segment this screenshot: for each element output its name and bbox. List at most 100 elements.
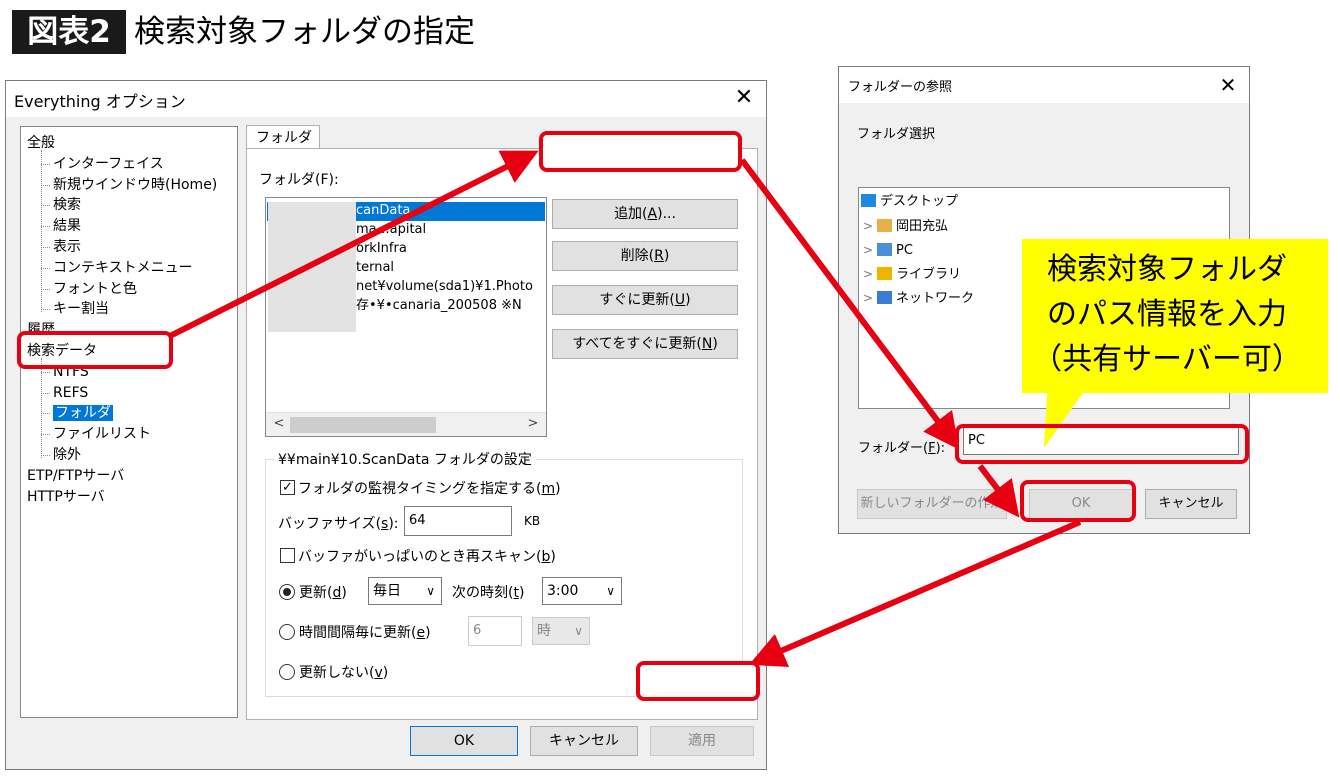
browse-cancel-button[interactable]: キャンセル [1145, 489, 1237, 519]
main-dialog-title: Everything オプション [14, 92, 186, 111]
folder-icon [877, 243, 892, 256]
browse-tree-label: PC [896, 243, 913, 258]
interval-unit-select[interactable]: 時 ∨ [532, 617, 590, 645]
new-folder-button[interactable]: 新しいフォルダーの作成 [857, 489, 1007, 519]
folder-list-item[interactable]: net¥volume(sda1)¥1.Photo [356, 278, 533, 296]
tree-item-label: ファイルリスト [53, 426, 151, 443]
tree-item[interactable]: 結果 [41, 216, 81, 236]
tree-item[interactable]: HTTPサーバ [27, 487, 105, 507]
update-frequency-select[interactable]: 毎日 ∨ [368, 577, 442, 605]
figure-title: 検索対象フォルダの指定 [134, 14, 475, 50]
main-titlebar: Everything オプション ✕ [6, 81, 766, 117]
update-all-button[interactable]: すべてをすぐに更新(N) [552, 329, 738, 359]
tree-item[interactable]: インターフェイス [41, 154, 164, 174]
browse-dialog-title: フォルダーの参照 [848, 80, 953, 95]
scrollbar-thumb[interactable] [290, 417, 436, 433]
tree-item-label: フォルダ [53, 405, 113, 422]
browse-tree-label: 岡田充弘 [896, 219, 949, 234]
buffer-size-label: バッファサイズ(s): [278, 516, 399, 532]
horizontal-scrollbar[interactable]: < > [266, 412, 546, 436]
rescan-label: バッファがいっぱいのとき再スキャン(b) [298, 549, 556, 565]
tree-item[interactable]: 新規ウインドウ時(Home) [40, 175, 217, 195]
tree-item[interactable]: キー割当 [41, 299, 109, 319]
callout-line: （共有サーバー可） [1032, 342, 1302, 377]
chevron-right-icon[interactable]: > [863, 216, 877, 236]
folder-icon [877, 219, 892, 232]
interval-radio[interactable] [279, 624, 295, 640]
folder-list-label: フォルダ(F): [259, 172, 339, 188]
rescan-checkbox[interactable] [280, 548, 295, 563]
chevron-right-icon[interactable]: > [863, 264, 877, 284]
monitor-timing-checkbox[interactable]: ✓ [280, 480, 295, 495]
highlight-box-target [636, 661, 760, 701]
update-radio-label: 更新(d) [299, 585, 347, 601]
browse-tree-label: デスクトップ [880, 194, 959, 209]
folder-list-item[interactable]: canData [356, 202, 410, 220]
tab-folder[interactable]: フォルダ [246, 125, 320, 150]
tree-item[interactable]: コンテキストメニュー [41, 258, 193, 278]
interval-radio-label: 時間間隔毎に更新(e) [299, 625, 431, 641]
buffer-unit-label: KB [524, 514, 541, 528]
folder-list-item[interactable]: orkInfra [356, 240, 407, 258]
browse-tree-label: ライブラリ [896, 267, 962, 282]
browse-titlebar: フォルダーの参照 ✕ [839, 67, 1249, 103]
browse-description: フォルダ選択 [857, 127, 936, 142]
update-radio[interactable] [279, 584, 295, 600]
folder-list-item[interactable]: 存•¥•canaria_200508 ※N [356, 297, 522, 315]
folder-list-item[interactable]: ma…apital [356, 221, 426, 239]
tree-item[interactable]: フォントと色 [41, 279, 137, 299]
ok-button[interactable]: OK [410, 726, 518, 756]
chevron-down-icon: ∨ [606, 584, 615, 598]
update-now-button[interactable]: すぐに更新(U) [552, 285, 738, 315]
buffer-size-input[interactable]: 64 [404, 506, 512, 536]
browse-tree-item[interactable]: デスクトップ [859, 192, 958, 212]
tree-item[interactable]: 表示 [41, 237, 81, 257]
remove-button[interactable]: 削除(R) [552, 241, 738, 271]
browse-folder-label: フォルダー(F): [858, 441, 946, 456]
tree-item[interactable]: REFS [40, 383, 89, 403]
chevron-right-icon[interactable]: > [863, 288, 877, 308]
tree-item-label: フォントと色 [53, 280, 137, 297]
next-time-label: 次の時刻(t) [452, 585, 525, 601]
close-icon[interactable]: ✕ [1213, 71, 1243, 99]
arrow-ok-to-target [748, 519, 1082, 668]
tree-item-label: REFS [53, 384, 89, 401]
options-tree: 全般 インターフェイス 新規ウインドウ時(Home) 検索 結果 表示 コンテキストメニュー… [20, 126, 238, 718]
chevron-right-icon[interactable]: > [863, 240, 877, 260]
scroll-right-icon[interactable]: > [522, 413, 544, 435]
apply-button[interactable]: 適用 [650, 726, 754, 756]
next-time-select[interactable]: 3:00 ∨ [542, 577, 622, 605]
tree-item[interactable]: 除外 [41, 445, 81, 465]
tree-item-label: インターフェイス [53, 155, 164, 172]
tree-item[interactable]: ファイルリスト [41, 424, 151, 444]
highlight-box-search-data [17, 331, 173, 369]
scroll-left-icon[interactable]: < [268, 413, 290, 435]
cancel-button[interactable]: キャンセル [530, 726, 638, 756]
tree-item[interactable]: ETP/FTPサーバ [27, 466, 124, 486]
chevron-down-icon: ∨ [426, 584, 435, 598]
browse-tree-item[interactable]: > 岡田充弘 [863, 216, 948, 237]
callout-text: 検索対象フォルダ のパス情報を入力 （共有サーバー可） [1012, 247, 1322, 382]
browse-tree-item[interactable]: > ライブラリ [863, 264, 961, 285]
tree-item[interactable]: フォルダ [41, 403, 113, 423]
add-button[interactable]: 追加(A)... [552, 199, 738, 229]
tree-item-label: HTTPサーバ [27, 488, 105, 505]
tree-item-label: 除外 [53, 447, 81, 463]
masked-region [268, 202, 356, 332]
folder-list-item[interactable]: ternal [356, 259, 394, 277]
highlight-box-add [539, 131, 742, 172]
close-icon[interactable]: ✕ [728, 83, 760, 115]
highlight-box-folder-input [955, 424, 1249, 464]
browse-tree-item[interactable]: > ネットワーク [863, 288, 974, 309]
folder-settings-title: ¥¥main¥10.ScanData フォルダの設定 [274, 449, 536, 469]
folder-list[interactable]: canData ma…apital orkInfra ternal net¥volume… [265, 197, 547, 437]
tree-connector [41, 357, 42, 458]
interval-input[interactable]: 6 [468, 616, 522, 646]
highlight-box-ok [1020, 480, 1136, 522]
no-update-radio[interactable] [279, 664, 295, 680]
tree-item-label: ETP/FTPサーバ [27, 467, 125, 484]
tree-item[interactable]: 検索 [41, 195, 81, 215]
callout-line: 検索対象フォルダ [1047, 252, 1287, 287]
callout-line: のパス情報を入力 [1047, 297, 1287, 332]
browse-tree-item[interactable]: > PC [863, 240, 913, 261]
